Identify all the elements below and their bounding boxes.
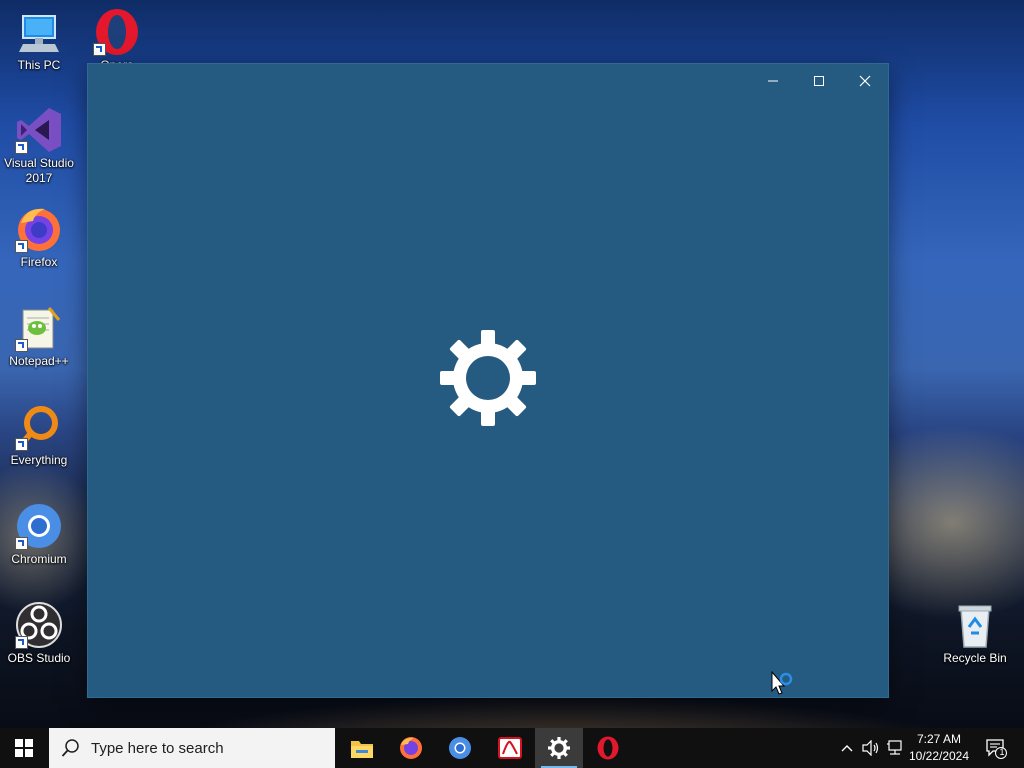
everything-search-icon bbox=[15, 403, 63, 451]
desktop-icon-recycle-bin[interactable]: Recycle Bin bbox=[936, 601, 1014, 666]
desktop-icon-this-pc[interactable]: This PC bbox=[0, 8, 78, 73]
desktop-icon-label: Recycle Bin bbox=[943, 651, 1007, 665]
shortcut-arrow-icon bbox=[15, 537, 28, 550]
desktop-icon-obs-studio[interactable]: OBS Studio bbox=[0, 601, 78, 666]
minimize-button[interactable] bbox=[750, 64, 796, 98]
taskbar-clock[interactable]: 7:27 AM 10/22/2024 bbox=[904, 731, 974, 765]
gear-icon bbox=[548, 737, 570, 759]
taskbar-acrobat-reader[interactable] bbox=[486, 728, 534, 768]
acrobat-reader-icon bbox=[498, 737, 522, 759]
gear-icon bbox=[440, 330, 536, 426]
shortcut-arrow-icon bbox=[15, 141, 28, 154]
firefox-icon bbox=[400, 737, 422, 759]
volume-button[interactable] bbox=[859, 728, 883, 768]
close-icon bbox=[859, 75, 871, 87]
desktop-icon-label: OBS Studio bbox=[7, 651, 71, 665]
action-center-button[interactable]: 1 bbox=[980, 728, 1012, 768]
opera-icon bbox=[597, 736, 619, 760]
shortcut-arrow-icon bbox=[15, 240, 28, 253]
shortcut-arrow-icon bbox=[15, 438, 28, 451]
network-icon bbox=[887, 740, 902, 755]
taskbar-file-explorer[interactable] bbox=[338, 728, 386, 768]
taskbar: Type here to search 7:27 AM 10/22/2024 1 bbox=[0, 728, 1024, 768]
taskbar-settings[interactable] bbox=[535, 728, 583, 768]
clock-date: 10/22/2024 bbox=[908, 749, 970, 763]
desktop-icon-label: Chromium bbox=[11, 552, 67, 566]
search-icon bbox=[61, 739, 79, 757]
desktop-icon-label: This PC bbox=[17, 58, 61, 72]
firefox-icon bbox=[15, 205, 63, 253]
desktop-icon-label: Notepad++ bbox=[9, 354, 69, 368]
folder-icon bbox=[351, 741, 373, 758]
desktop-icon-firefox[interactable]: Firefox bbox=[0, 205, 78, 270]
taskbar-opera[interactable] bbox=[584, 728, 632, 768]
start-button[interactable] bbox=[0, 728, 48, 768]
shortcut-arrow-icon bbox=[15, 339, 28, 352]
recycle-bin-icon bbox=[951, 601, 999, 649]
chromium-icon bbox=[15, 502, 63, 550]
desktop-icon-chromium[interactable]: Chromium bbox=[0, 502, 78, 567]
minimize-icon bbox=[768, 80, 778, 82]
show-hidden-icons-button[interactable] bbox=[836, 728, 858, 768]
obs-studio-icon bbox=[15, 601, 63, 649]
desktop-icon-notepad-plus-plus[interactable]: Notepad++ bbox=[0, 304, 78, 369]
maximize-icon bbox=[814, 76, 824, 86]
visual-studio-icon bbox=[15, 106, 63, 154]
desktop-icon-everything[interactable]: Everything bbox=[0, 403, 78, 468]
notepad-plus-plus-icon bbox=[15, 304, 63, 352]
shortcut-arrow-icon bbox=[15, 636, 28, 649]
chromium-icon bbox=[449, 737, 471, 759]
taskbar-search-box[interactable]: Type here to search bbox=[49, 728, 335, 768]
chevron-up-icon bbox=[841, 745, 853, 752]
search-placeholder: Type here to search bbox=[91, 739, 224, 757]
desktop-icon-visual-studio[interactable]: Visual Studio 2017 bbox=[0, 106, 78, 186]
shortcut-arrow-icon bbox=[93, 43, 106, 56]
desktop-icon-label: Visual Studio 2017 bbox=[4, 156, 74, 185]
taskbar-firefox[interactable] bbox=[387, 728, 435, 768]
close-button[interactable] bbox=[842, 64, 888, 98]
settings-window[interactable] bbox=[88, 64, 888, 697]
computer-icon bbox=[15, 8, 63, 56]
desktop-icon-label: Firefox bbox=[20, 255, 58, 269]
opera-icon bbox=[93, 8, 141, 56]
notification-count-badge: 1 bbox=[999, 747, 1005, 757]
windows-logo-icon bbox=[15, 739, 33, 757]
taskbar-chromium[interactable] bbox=[436, 728, 484, 768]
desktop-icon-label: Everything bbox=[10, 453, 68, 467]
busy-cursor-icon bbox=[771, 670, 797, 699]
speaker-icon bbox=[862, 740, 879, 756]
clock-time: 7:27 AM bbox=[916, 732, 962, 746]
maximize-button[interactable] bbox=[796, 64, 842, 98]
